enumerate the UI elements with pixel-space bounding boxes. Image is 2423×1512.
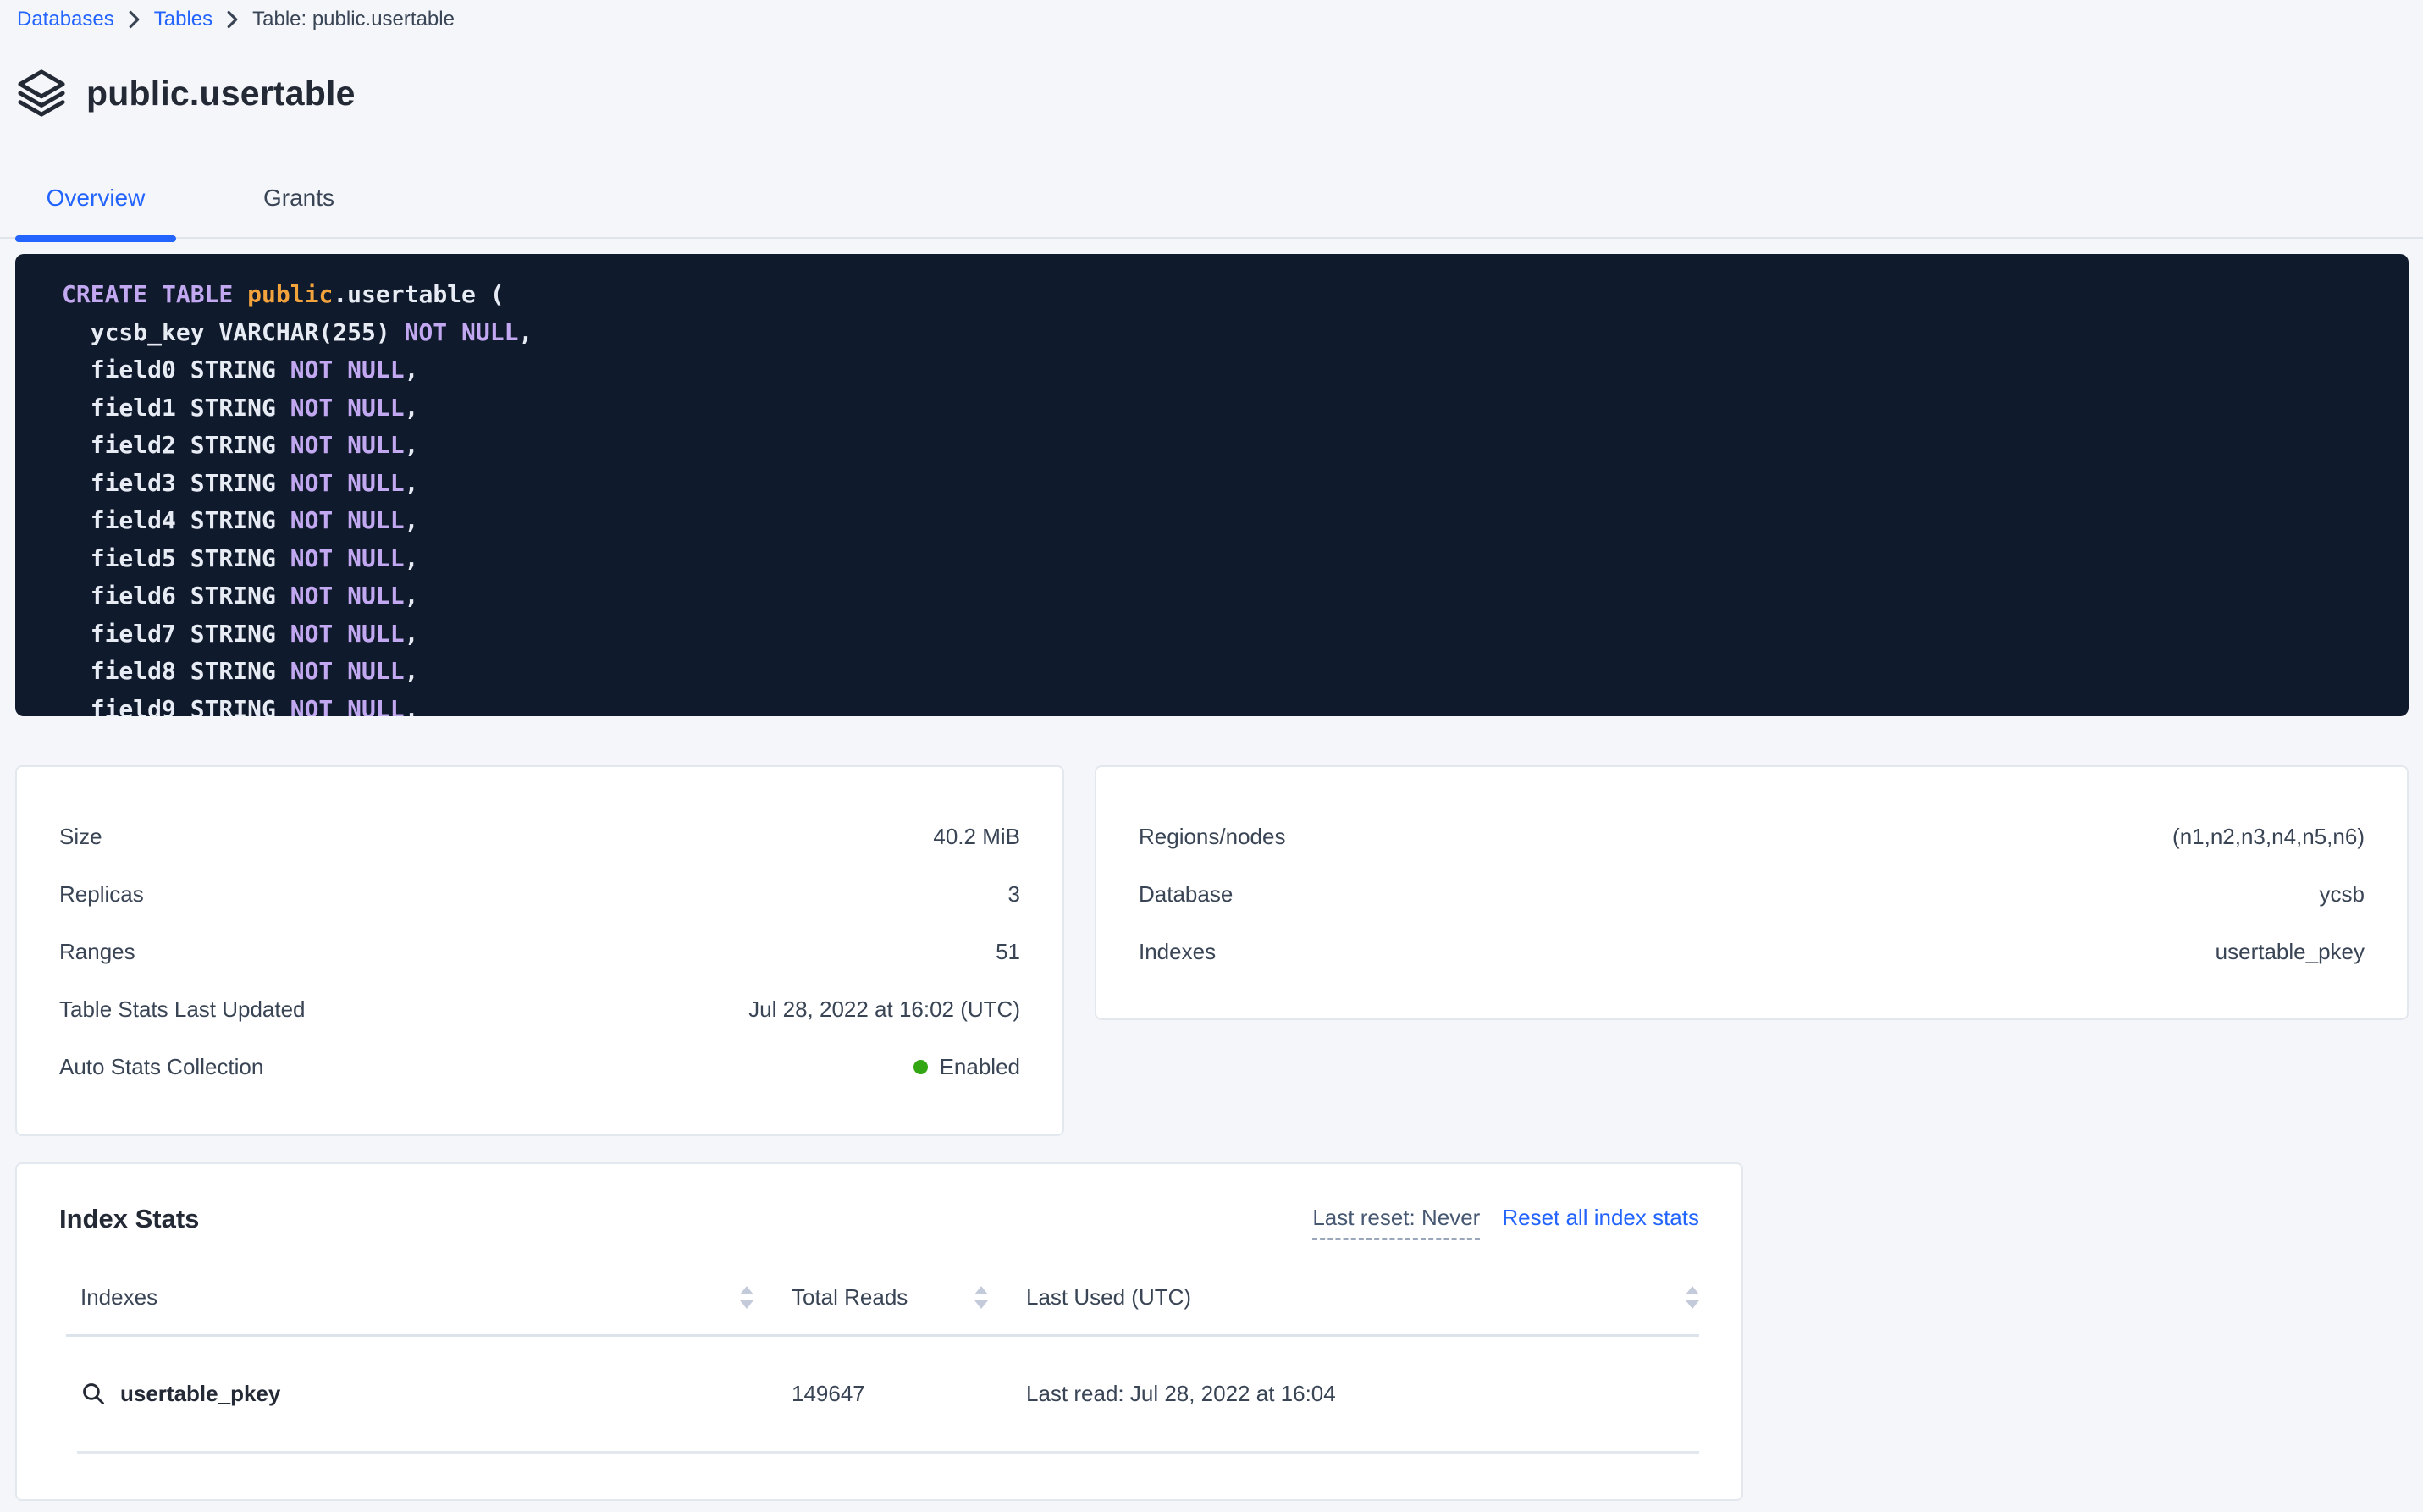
table-stack-icon: [15, 68, 68, 119]
code-line: field4 STRING NOT NULL,: [62, 502, 2409, 540]
last-used-cell: Last read: Jul 28, 2022 at 16:04: [1026, 1381, 1699, 1407]
table-details-page: Databases Tables Table: public.usertable p…: [0, 0, 2423, 1512]
index-name-link[interactable]: usertable_pkey: [120, 1381, 280, 1407]
code-line: field7 STRING NOT NULL,: [62, 615, 2409, 654]
breadcrumb-separator-icon: [128, 10, 141, 29]
summary-value: usertable_pkey: [2216, 939, 2365, 965]
sort-icon[interactable]: [740, 1286, 753, 1309]
code-line: field9 STRING NOT NULL,: [62, 691, 2409, 717]
code-line: field1 STRING NOT NULL,: [62, 389, 2409, 428]
column-header-label: Last Used (UTC): [1026, 1284, 1191, 1311]
summary-value: 51: [996, 939, 1020, 965]
breadcrumb-separator-icon: [226, 10, 239, 29]
index-stats-table-header: Indexes Total Reads Last Used (UTC): [80, 1284, 1699, 1334]
code-line: field0 STRING NOT NULL,: [62, 351, 2409, 389]
column-header-label: Indexes: [80, 1284, 157, 1311]
breadcrumb-link-databases[interactable]: Databases: [17, 7, 114, 32]
last-reset-label: Last reset: Never: [1312, 1205, 1480, 1240]
code-line: field3 STRING NOT NULL,: [62, 465, 2409, 503]
index-stats-row: usertable_pkey 149647 Last read: Jul 28, 2…: [80, 1337, 1699, 1451]
tab-overview[interactable]: Overview: [15, 157, 176, 239]
sort-icon[interactable]: [974, 1286, 988, 1309]
summary-row: Size 40.2 MiB: [59, 808, 1020, 865]
status-enabled-dot-icon: [913, 1060, 928, 1074]
summary-value: ycsb: [2320, 881, 2365, 908]
column-header-label: Total Reads: [792, 1284, 908, 1311]
summary-value: Enabled: [913, 1054, 1020, 1080]
row-divider: [77, 1451, 1699, 1454]
code-line: field6 STRING NOT NULL,: [62, 577, 2409, 615]
index-name-cell: usertable_pkey: [80, 1381, 753, 1407]
column-header-last-used: Last Used (UTC): [1026, 1284, 1699, 1311]
summary-value: (n1,n2,n3,n4,n5,n6): [2172, 824, 2365, 850]
index-stats-table-body: usertable_pkey 149647 Last read: Jul 28, 2…: [80, 1337, 1699, 1454]
index-stats-title: Index Stats: [59, 1203, 199, 1235]
search-icon[interactable]: [80, 1381, 107, 1407]
summary-value: 40.2 MiB: [933, 824, 1020, 850]
summary-value: 3: [1008, 881, 1020, 908]
sort-icon[interactable]: [1686, 1286, 1699, 1309]
breadcrumb-link-tables[interactable]: Tables: [154, 7, 212, 32]
summary-label: Size: [59, 824, 102, 850]
summary-label: Replicas: [59, 881, 144, 908]
tab-grants[interactable]: Grants: [218, 157, 379, 239]
index-stats-table: Indexes Total Reads Last Used (UTC) userta…: [80, 1284, 1699, 1454]
table-overview-card: Size 40.2 MiB Replicas 3 Ranges 51 Table Stats…: [15, 765, 1064, 1136]
code-line: field5 STRING NOT NULL,: [62, 540, 2409, 578]
table-details-card: Regions/nodes (n1,n2,n3,n4,n5,n6) Database…: [1095, 765, 2409, 1020]
summary-row: Ranges 51: [59, 923, 1020, 980]
summary-label: Ranges: [59, 939, 135, 965]
code-line: ycsb_key VARCHAR(255) NOT NULL,: [62, 314, 2409, 352]
summary-label: Table Stats Last Updated: [59, 996, 306, 1023]
create-table-statement: CREATE TABLE public.usertable ( ycsb_key…: [15, 254, 2409, 716]
total-reads-cell: 149647: [792, 1381, 988, 1407]
code-line: CREATE TABLE public.usertable (: [62, 276, 2409, 314]
page-title: public.usertable: [86, 74, 356, 113]
code-line: field8 STRING NOT NULL,: [62, 653, 2409, 691]
summary-row: Replicas 3: [59, 865, 1020, 923]
summary-row: Auto Stats Collection Enabled: [59, 1038, 1020, 1095]
summary-value: Jul 28, 2022 at 16:02 (UTC): [748, 996, 1020, 1023]
index-stats-card: Index Stats Last reset: Never Reset all …: [15, 1162, 1743, 1501]
summary-label: Auto Stats Collection: [59, 1054, 263, 1080]
breadcrumb-current: Table: public.usertable: [252, 7, 455, 32]
page-title-row: public.usertable: [15, 68, 356, 119]
summary-row: Database ycsb: [1139, 865, 2365, 923]
column-header-total-reads: Total Reads: [792, 1284, 988, 1311]
summary-label: Indexes: [1139, 939, 1216, 965]
summary-row: Indexes usertable_pkey: [1139, 923, 2365, 980]
summary-row: Regions/nodes (n1,n2,n3,n4,n5,n6): [1139, 808, 2365, 865]
tab-bar: Overview Grants: [0, 157, 2423, 239]
reset-all-index-stats-link[interactable]: Reset all index stats: [1502, 1205, 1699, 1231]
summary-label: Regions/nodes: [1139, 824, 1285, 850]
column-header-indexes: Indexes: [80, 1284, 753, 1311]
code-line: field2 STRING NOT NULL,: [62, 427, 2409, 465]
summary-row: Table Stats Last Updated Jul 28, 2022 at …: [59, 980, 1020, 1038]
summary-label: Database: [1139, 881, 1233, 908]
breadcrumb: Databases Tables Table: public.usertable: [17, 7, 455, 32]
tabs: Overview Grants: [15, 157, 422, 239]
